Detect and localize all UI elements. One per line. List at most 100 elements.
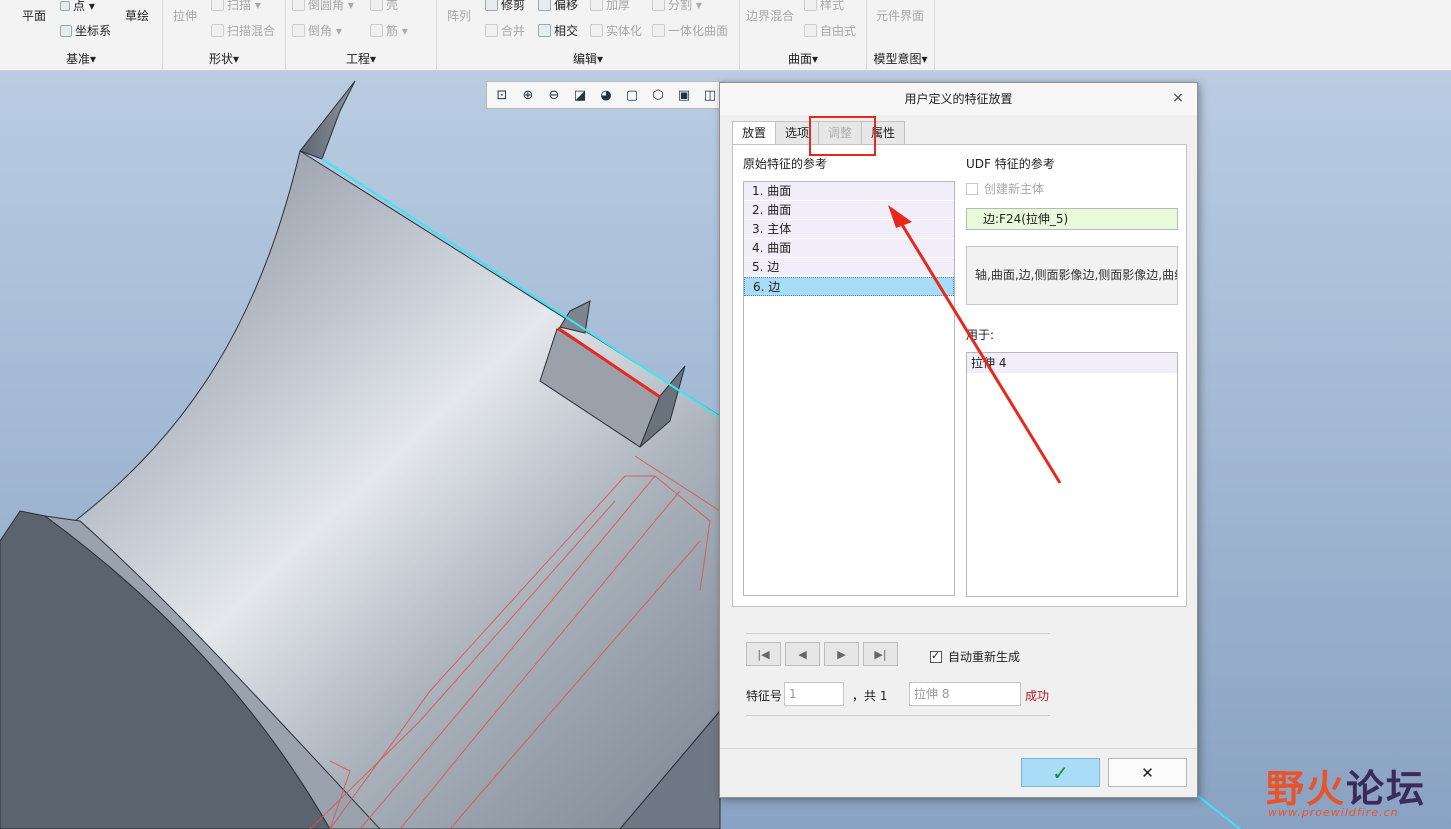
offset-button[interactable]: 偏移 [538, 0, 578, 13]
offset-icon [538, 0, 551, 11]
create-new-body-option[interactable]: 创建新主体 [966, 180, 1044, 197]
rib-label: 筋 ▾ [386, 24, 408, 38]
style-icon [804, 0, 817, 11]
group-datum: 平面 点 ▾ 坐标系 草绘 基准▾ [0, 0, 163, 71]
placement-panel: 原始特征的参考 1. 曲面 2. 曲面 3. 主体 4. 曲面 5. 边 6. … [732, 144, 1187, 607]
extrude-button[interactable]: 拉伸 [173, 7, 197, 24]
list-item-selected[interactable]: 6. 边 [744, 277, 954, 296]
group-label-model-intent[interactable]: 模型意图▾ [867, 50, 934, 67]
pattern-button[interactable]: 阵列 [447, 7, 471, 24]
saved-views-icon[interactable]: ⬡ [647, 85, 669, 105]
plane-button[interactable]: 平面 [22, 7, 46, 24]
unify-surface-icon [652, 24, 665, 37]
selected-reference-field[interactable]: 边:F24(拉伸_5) [966, 208, 1178, 230]
boundary-blend-button[interactable]: 边界混合 [746, 7, 794, 24]
status-text: 成功 [1025, 689, 1050, 703]
list-item[interactable]: 2. 曲面 [744, 201, 954, 220]
feature-total: ，共 1 [852, 689, 888, 703]
swept-blend-button[interactable]: 扫描混合 [211, 22, 275, 39]
merge-icon [485, 24, 498, 37]
coordinate-system-label: 坐标系 [75, 24, 112, 38]
split-button[interactable]: 分割 ▾ [652, 0, 702, 13]
next-button[interactable]: ▶ [824, 642, 859, 666]
group-label-engineering[interactable]: 工程▾ [286, 50, 436, 67]
zoom-in-icon[interactable]: ⊕ [517, 85, 539, 105]
group-label-edit[interactable]: 编辑▾ [437, 50, 739, 67]
unify-surface-button[interactable]: 一体化曲面 [652, 22, 728, 39]
list-item[interactable]: 拉伸 4 [967, 353, 1177, 373]
annotation-highlight-box [809, 116, 876, 156]
chamfer-button[interactable]: 倒角 ▾ [292, 22, 342, 39]
create-new-body-label: 创建新主体 [984, 182, 1045, 196]
first-button[interactable]: |◀ [746, 642, 781, 666]
cancel-button[interactable]: ✕ [1108, 758, 1187, 787]
split-icon [652, 0, 665, 11]
watermark-url: www.proewildfire.cn [1268, 806, 1399, 819]
tab-placement[interactable]: 放置 [732, 121, 777, 146]
round-icon [292, 0, 305, 11]
create-new-body-checkbox[interactable] [966, 182, 978, 195]
trim-button[interactable]: 修剪 [485, 0, 525, 13]
offset-label: 偏移 [554, 0, 579, 12]
udf-refs-label: UDF 特征的参考 [966, 157, 1055, 171]
sweep-label: 扫描 ▾ [227, 0, 261, 12]
sketch-button[interactable]: 草绘 [125, 7, 149, 24]
repaint-icon[interactable]: ◪ [569, 85, 591, 105]
solidify-button[interactable]: 实体化 [590, 22, 642, 39]
round-button[interactable]: 倒圆角 ▾ [292, 0, 354, 13]
display-style-icon[interactable]: ▢ [621, 85, 643, 105]
sketch-label: 草绘 [125, 9, 150, 23]
sweep-icon [211, 0, 224, 11]
rib-icon [370, 24, 383, 37]
original-refs-list: 1. 曲面 2. 曲面 3. 主体 4. 曲面 5. 边 6. 边 [743, 181, 955, 596]
point-label: 点 ▾ [73, 0, 95, 13]
feature-number-field[interactable]: 1 [784, 682, 844, 706]
dialog-title: 用户定义的特征放置 [720, 83, 1197, 115]
auto-regenerate-checkbox[interactable] [930, 649, 942, 663]
list-item[interactable]: 4. 曲面 [744, 239, 954, 258]
used-in-label: 用于: [966, 328, 995, 342]
list-item[interactable]: 5. 边 [744, 258, 954, 277]
zoom-out-icon[interactable]: ⊖ [543, 85, 565, 105]
ok-button[interactable]: ✓ [1021, 758, 1100, 787]
feature-name-field[interactable]: 拉伸 8 [909, 682, 1021, 706]
unify-surface-label: 一体化曲面 [668, 24, 729, 38]
refit-icon[interactable]: ⊡ [491, 85, 513, 105]
trim-label: 修剪 [501, 0, 526, 12]
swept-blend-label: 扫描混合 [227, 24, 276, 38]
sweep-button[interactable]: 扫描 ▾ [211, 0, 261, 13]
split-label: 分割 ▾ [668, 0, 702, 12]
coordinate-system-button[interactable]: 坐标系 [60, 22, 111, 39]
group-label-surface[interactable]: 曲面▾ [740, 50, 866, 67]
freestyle-button[interactable]: 自由式 [804, 22, 856, 39]
round-label: 倒圆角 ▾ [308, 0, 354, 12]
coordinate-system-icon [60, 24, 72, 37]
solidify-label: 实体化 [606, 24, 643, 38]
group-label-shape[interactable]: 形状▾ [163, 50, 285, 67]
component-interface-label: 元件界面 [876, 9, 925, 23]
perspective-icon[interactable]: ◫ [699, 85, 721, 105]
component-interface-button[interactable]: 元件界面 [876, 7, 924, 24]
intersect-button[interactable]: 相交 [538, 22, 578, 39]
group-shape: 拉伸 扫描 ▾ 扫描混合 形状▾ [163, 0, 286, 71]
thicken-button[interactable]: 加厚 [590, 0, 630, 13]
close-icon[interactable]: × [1169, 89, 1187, 107]
list-item[interactable]: 1. 曲面 [744, 182, 954, 201]
rib-button[interactable]: 筋 ▾ [370, 22, 408, 39]
group-label-datum[interactable]: 基准▾ [0, 50, 162, 67]
previous-button[interactable]: ◀ [785, 642, 820, 666]
pattern-label: 阵列 [447, 9, 472, 23]
auto-regenerate-option[interactable]: 自动重新生成 [930, 648, 1020, 665]
merge-button[interactable]: 合并 [485, 22, 525, 39]
render-icon[interactable]: ◕ [595, 85, 617, 105]
point-button[interactable]: 点 ▾ [60, 0, 95, 14]
swept-blend-icon [211, 24, 224, 37]
shell-label: 壳 [386, 0, 399, 12]
watermark-text-a: 野火 [1266, 767, 1347, 811]
ribbon-toolbar: 平面 点 ▾ 坐标系 草绘 基准▾ 拉伸 扫描 ▾ 扫描混合 形状▾ 倒圆角 ▾… [0, 0, 1451, 71]
list-item[interactable]: 3. 主体 [744, 220, 954, 239]
style-button[interactable]: 样式 [804, 0, 844, 13]
last-button[interactable]: ▶| [863, 642, 898, 666]
view-manager-icon[interactable]: ▣ [673, 85, 695, 105]
shell-button[interactable]: 壳 [370, 0, 398, 13]
